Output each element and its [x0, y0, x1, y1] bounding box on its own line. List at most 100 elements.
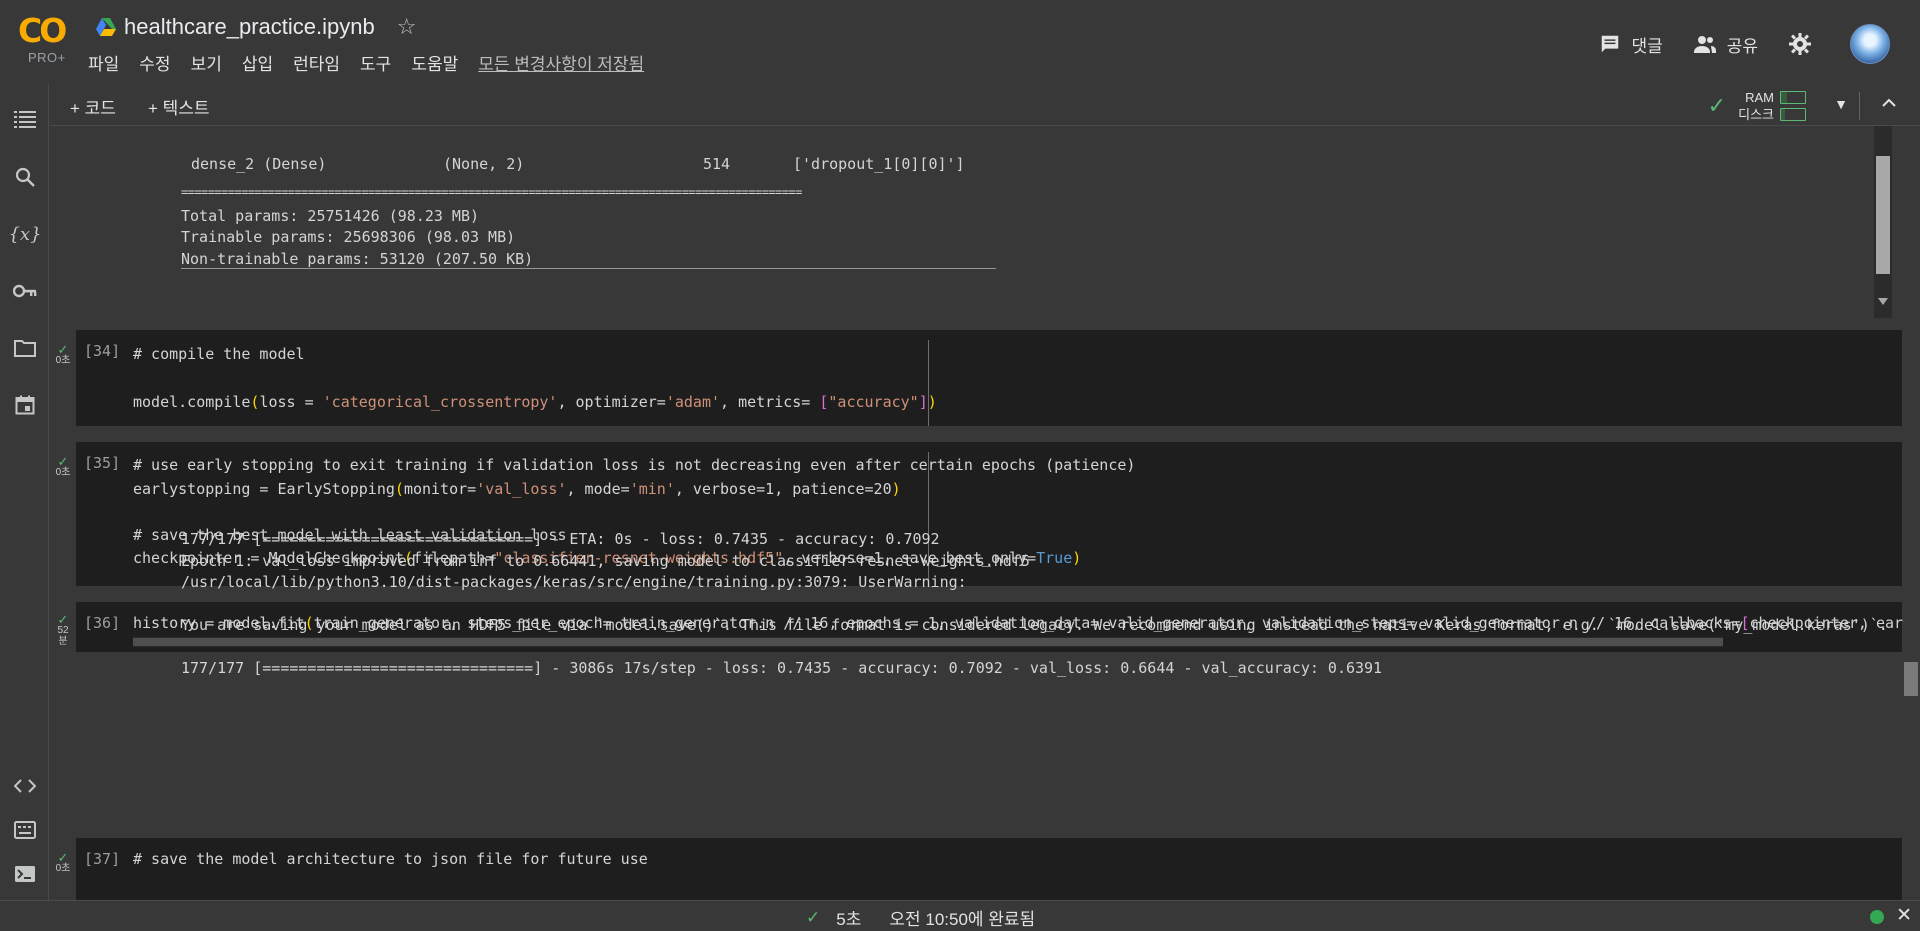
command-palette-icon[interactable] — [12, 817, 38, 843]
chevron-up-icon — [1882, 98, 1896, 107]
status-bar: ✓ 5초 오전 10:50에 완료됨 ✕ — [0, 900, 1920, 931]
people-icon — [1693, 36, 1716, 53]
star-icon[interactable]: ☆ — [397, 14, 417, 40]
trainable-params: Trainable params: 25698306 (98.03 MB) — [181, 228, 516, 246]
title-row: healthcare_practice.ipynb ☆ — [96, 14, 416, 40]
ruler-line — [928, 340, 929, 426]
add-code-button[interactable]: + 코드 — [70, 94, 116, 119]
summary-separator: ========================================… — [181, 185, 802, 199]
cell-run-status[interactable]: ✓ 0초 — [50, 454, 76, 478]
comment-button[interactable]: 댓글 — [1599, 32, 1663, 57]
run-duration: 52 — [57, 625, 69, 636]
output-line: 177/177 [==============================]… — [181, 659, 1383, 677]
total-params: Total params: 25751426 (98.23 MB) — [181, 207, 480, 225]
menu-tools[interactable]: 도구 — [360, 50, 391, 75]
status-check-icon: ✓ — [806, 907, 821, 927]
folder-icon[interactable] — [12, 335, 38, 361]
output-line: You are saving your model as an HDF5 fil… — [181, 616, 1888, 634]
code-line: # compile the model — [133, 345, 305, 363]
variables-icon[interactable]: {x} — [8, 221, 41, 247]
menu-insert[interactable]: 삽입 — [242, 50, 273, 75]
run-duration-unit: 분 — [58, 636, 68, 647]
run-success-icon: ✓ — [57, 342, 69, 357]
code-cell[interactable]: [34] # compile the model model.compile(l… — [76, 330, 1902, 426]
resource-labels: RAM 디스크 — [1738, 89, 1774, 123]
ram-label: RAM — [1745, 90, 1774, 105]
horizontal-scrollbar-thumb[interactable] — [133, 638, 1723, 646]
scroll-down-arrow-icon[interactable] — [1878, 298, 1888, 306]
horizontal-scrollbar[interactable] — [133, 637, 1723, 647]
runtime-resources[interactable]: ✓ RAM 디스크 — [1708, 86, 1806, 126]
terminal-icon[interactable] — [12, 861, 38, 887]
cell-output-model-summary: dense_2 (Dense) (None, 2) 514 ['dropout_… — [76, 126, 1892, 318]
colab-logo[interactable]: CO PRO+ — [18, 14, 74, 70]
execution-status[interactable]: ✓ 5초 오전 10:50에 완료됨 — [806, 905, 1035, 930]
code-snippets-icon[interactable] — [12, 773, 38, 799]
execution-count: [35] — [84, 454, 121, 472]
colab-window: CO PRO+ healthcare_practice.ipynb ☆ 파일 수… — [0, 0, 1920, 931]
execution-completed-text: 오전 10:50에 완료됨 — [889, 910, 1036, 929]
key-icon[interactable] — [12, 278, 38, 304]
add-text-button[interactable]: + 텍스트 — [148, 94, 210, 119]
disk-label: 디스크 — [1738, 107, 1774, 122]
ram-usage-bar — [1780, 91, 1806, 104]
header: CO PRO+ healthcare_practice.ipynb ☆ 파일 수… — [0, 0, 1920, 84]
share-label: 공유 — [1726, 36, 1758, 56]
execution-count: [36] — [84, 614, 121, 632]
disk-usage-bar — [1780, 108, 1806, 121]
output-line: Epoch 1: val_loss improved from inf to 0… — [181, 552, 1030, 570]
notebook-filename[interactable]: healthcare_practice.ipynb — [124, 14, 375, 40]
settings-button[interactable] — [1788, 32, 1822, 56]
execution-duration: 5초 — [836, 910, 862, 929]
code-cell[interactable]: [37] # save the model architecture to js… — [76, 838, 1902, 900]
execution-count: [34] — [84, 342, 121, 360]
left-sidebar: {x} — [0, 84, 49, 900]
chevron-down-icon[interactable]: ▼ — [1834, 96, 1848, 112]
menu-edit[interactable]: 수정 — [139, 50, 170, 75]
table-of-contents-icon[interactable] — [12, 106, 38, 132]
collapse-header-button[interactable] — [1880, 94, 1898, 117]
output-scrollbar[interactable] — [1874, 126, 1892, 318]
run-success-icon: ✓ — [57, 612, 69, 627]
share-button[interactable]: 공유 — [1693, 32, 1758, 57]
google-drive-icon — [96, 18, 116, 36]
resource-bars — [1780, 91, 1806, 121]
code-line: model.compile(loss = 'categorical_crosse… — [133, 393, 937, 411]
run-success-icon: ✓ — [57, 850, 69, 865]
notebook-content: dense_2 (Dense) (None, 2) 514 ['dropout_… — [50, 126, 1920, 900]
menu-view[interactable]: 보기 — [191, 50, 222, 75]
ram-usage-fill — [1781, 92, 1787, 103]
connected-check-icon: ✓ — [1707, 93, 1727, 118]
cell-run-status[interactable]: ✓ 52 분 — [50, 612, 76, 647]
connection-status-dot-icon — [1870, 910, 1884, 924]
run-duration: 0초 — [55, 467, 71, 478]
notebook-toolbar: + 코드 + 텍스트 ✓ RAM 디스크 ▼ — [50, 86, 1920, 126]
calendar-icon[interactable] — [12, 392, 38, 418]
user-avatar[interactable] — [1850, 24, 1890, 64]
logo-text: CO — [18, 11, 67, 50]
close-icon[interactable]: ✕ — [1896, 904, 1912, 927]
save-status-link[interactable]: 모든 변경사항이 저장됨 — [478, 50, 644, 75]
cell-run-status[interactable]: ✓ 0초 — [50, 850, 76, 874]
execution-count: [37] — [84, 850, 121, 868]
toolbar-divider — [1859, 92, 1860, 120]
comment-icon — [1602, 35, 1619, 53]
code-line: earlystopping = EarlyStopping(monitor='v… — [133, 480, 901, 498]
summary-output-shape: (None, 2) — [443, 155, 525, 173]
menu-bar: 파일 수정 보기 삽입 런타임 도구 도움말 모든 변경사항이 저장됨 — [88, 50, 644, 75]
output-line: 177/177 [==============================]… — [181, 530, 940, 548]
summary-underline: ________________________________________… — [181, 251, 996, 269]
output-line: /usr/local/lib/python3.10/dist-packages/… — [181, 573, 967, 591]
menu-file[interactable]: 파일 — [88, 50, 119, 75]
cell-run-status[interactable]: ✓ 0초 — [50, 342, 76, 366]
disk-usage-fill — [1781, 109, 1785, 120]
search-icon[interactable] — [12, 164, 38, 190]
comment-label: 댓글 — [1631, 36, 1663, 56]
menu-help[interactable]: 도움말 — [411, 50, 458, 75]
run-success-icon: ✓ — [57, 454, 69, 469]
page-scrollbar-thumb[interactable] — [1904, 662, 1918, 696]
summary-layer-name: dense_2 (Dense) — [191, 155, 327, 173]
output-scrollbar-thumb[interactable] — [1876, 156, 1890, 274]
gear-icon — [1789, 33, 1811, 55]
menu-runtime[interactable]: 런타임 — [293, 50, 340, 75]
